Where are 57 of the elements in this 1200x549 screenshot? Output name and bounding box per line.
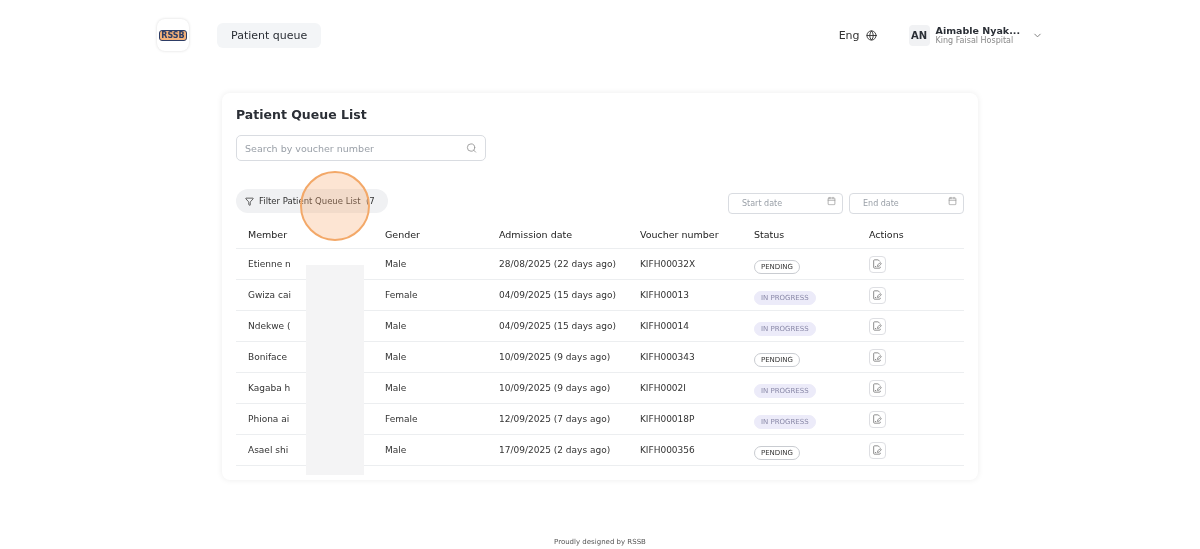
table-cell: KIFH0002I bbox=[627, 372, 742, 404]
table-cell: 10/09/2025 (9 days ago) bbox=[487, 372, 628, 404]
table-cell: KIFH000356 bbox=[627, 434, 742, 466]
column-header: Gender bbox=[373, 221, 487, 249]
end-date-field[interactable]: End date bbox=[849, 192, 964, 214]
table-cell: Female bbox=[373, 279, 487, 311]
table-cell: KIFH00032X bbox=[627, 248, 742, 280]
table-cell: 04/09/2025 (15 days ago) bbox=[487, 310, 628, 342]
column-header: Admission date bbox=[487, 221, 628, 249]
document-icon bbox=[872, 321, 883, 331]
document-icon bbox=[872, 259, 883, 269]
document-action-button[interactable] bbox=[868, 441, 886, 459]
table-cell: 04/09/2025 (15 days ago) bbox=[487, 279, 628, 311]
table-cell: Male bbox=[373, 372, 487, 404]
language-selector[interactable]: Eng bbox=[838, 28, 877, 42]
column-header: Status bbox=[741, 221, 857, 249]
table-cell: 17/09/2025 (2 days ago) bbox=[487, 434, 628, 466]
document-action-button[interactable] bbox=[868, 348, 886, 366]
table-cell: 10/09/2025 (9 days ago) bbox=[487, 341, 628, 373]
table-cell: KIFH00013 bbox=[627, 279, 742, 311]
table-cell: Male bbox=[373, 310, 487, 342]
document-action-button[interactable] bbox=[868, 255, 886, 273]
document-icon bbox=[872, 414, 883, 424]
table-cell: Male bbox=[373, 341, 487, 373]
table-cell: Female bbox=[373, 403, 487, 435]
document-action-button[interactable] bbox=[868, 286, 886, 304]
table-cell: KIFH00014 bbox=[627, 310, 742, 342]
table-cell: 28/08/2025 (22 days ago) bbox=[487, 248, 628, 280]
table-cell: 12/09/2025 (7 days ago) bbox=[487, 403, 628, 435]
search-field[interactable]: Search by voucher number bbox=[236, 135, 486, 161]
table-cell: KIFH000343 bbox=[627, 341, 742, 373]
user-organization: King Faisal Hospital bbox=[935, 36, 1014, 45]
nav-tab[interactable]: Patient queue bbox=[217, 22, 322, 48]
table-cell: KIFH00018P bbox=[627, 403, 742, 435]
calendar-icon bbox=[948, 196, 957, 206]
document-action-button[interactable] bbox=[868, 317, 886, 335]
card-title: Patient Queue List bbox=[236, 107, 368, 122]
user-name: Aimable Nyak... bbox=[935, 25, 1020, 36]
logo-text: RSSB bbox=[159, 29, 187, 41]
column-header: Voucher number bbox=[627, 221, 742, 249]
search-icon bbox=[466, 142, 477, 154]
avatar: AN bbox=[908, 24, 930, 46]
column-header: Actions bbox=[856, 221, 964, 249]
table-cell: Male bbox=[373, 434, 487, 466]
column-header: Member bbox=[236, 221, 373, 249]
document-action-button[interactable] bbox=[868, 410, 886, 428]
logo[interactable]: RSSB bbox=[157, 19, 189, 51]
document-icon bbox=[872, 445, 883, 455]
document-icon bbox=[872, 290, 883, 300]
calendar-icon bbox=[827, 196, 836, 206]
document-icon bbox=[872, 352, 883, 362]
document-action-button[interactable] bbox=[868, 379, 886, 397]
start-date-field[interactable]: Start date bbox=[728, 192, 843, 214]
filter-icon bbox=[245, 196, 254, 206]
document-icon bbox=[872, 383, 883, 393]
globe-icon bbox=[865, 29, 877, 41]
table-cell: Male bbox=[373, 248, 487, 280]
